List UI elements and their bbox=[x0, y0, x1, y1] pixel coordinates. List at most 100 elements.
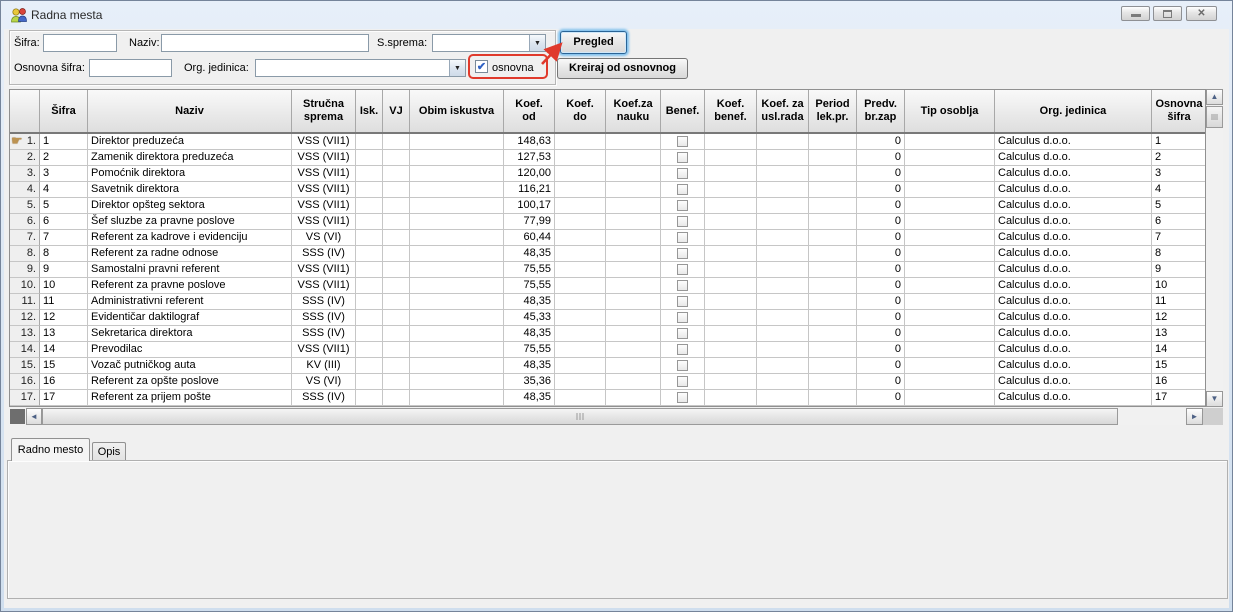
cell-predv[interactable]: 0 bbox=[857, 358, 905, 374]
benef-checkbox[interactable] bbox=[677, 168, 688, 179]
table-row[interactable]: 2.2Zamenik direktora preduzećaVSS (VII1)… bbox=[10, 150, 1206, 166]
cell-org[interactable]: Calculus d.o.o. bbox=[995, 358, 1152, 374]
cell-koef_nauku[interactable] bbox=[606, 310, 661, 326]
cell-naziv[interactable]: Šef sluzbe za pravne poslove bbox=[88, 214, 292, 230]
cell-koef_od[interactable]: 75,55 bbox=[504, 262, 555, 278]
cell-sifra[interactable]: 11 bbox=[40, 294, 88, 310]
grid-header-3[interactable]: Stručna sprema bbox=[292, 90, 356, 132]
cell-koef_nauku[interactable] bbox=[606, 294, 661, 310]
scroll-down-button[interactable]: ▼ bbox=[1206, 391, 1223, 407]
cell-koef_benef[interactable] bbox=[705, 214, 757, 230]
row-number-cell[interactable]: 5. bbox=[10, 198, 40, 214]
cell-osn[interactable]: 9 bbox=[1152, 262, 1206, 278]
cell-koef_benef[interactable] bbox=[705, 198, 757, 214]
cell-koef_do[interactable] bbox=[555, 246, 606, 262]
cell-koef_benef[interactable] bbox=[705, 294, 757, 310]
cell-org[interactable]: Calculus d.o.o. bbox=[995, 326, 1152, 342]
row-number-cell[interactable]: 17. bbox=[10, 390, 40, 406]
row-number-cell[interactable]: 15. bbox=[10, 358, 40, 374]
cell-obim[interactable] bbox=[410, 182, 504, 198]
cell-koef_usl[interactable] bbox=[757, 182, 809, 198]
cell-koef_benef[interactable] bbox=[705, 182, 757, 198]
cell-koef_benef[interactable] bbox=[705, 278, 757, 294]
scroll-left-button[interactable]: ◄ bbox=[26, 408, 42, 425]
table-row[interactable]: 6.6Šef sluzbe za pravne posloveVSS (VII1… bbox=[10, 214, 1206, 230]
cell-predv[interactable]: 0 bbox=[857, 294, 905, 310]
cell-benef[interactable] bbox=[661, 166, 705, 182]
cell-koef_od[interactable]: 75,55 bbox=[504, 342, 555, 358]
cell-koef_od[interactable]: 77,99 bbox=[504, 214, 555, 230]
cell-koef_od[interactable]: 120,00 bbox=[504, 166, 555, 182]
cell-isk[interactable] bbox=[356, 342, 383, 358]
row-number-cell[interactable]: 13. bbox=[10, 326, 40, 342]
cell-koef_nauku[interactable] bbox=[606, 374, 661, 390]
cell-koef_benef[interactable] bbox=[705, 262, 757, 278]
cell-sifra[interactable]: 7 bbox=[40, 230, 88, 246]
cell-koef_do[interactable] bbox=[555, 150, 606, 166]
cell-obim[interactable] bbox=[410, 278, 504, 294]
row-number-cell[interactable]: 3. bbox=[10, 166, 40, 182]
kreiraj-od-osnovnog-button[interactable]: Kreiraj od osnovnog bbox=[557, 58, 688, 79]
cell-benef[interactable] bbox=[661, 278, 705, 294]
cell-koef_usl[interactable] bbox=[757, 342, 809, 358]
table-row[interactable]: 10.10Referent za pravne posloveVSS (VII1… bbox=[10, 278, 1206, 294]
table-row[interactable]: 1.☛1Direktor preduzećaVSS (VII1)148,630C… bbox=[10, 134, 1206, 150]
row-number-cell[interactable]: 12. bbox=[10, 310, 40, 326]
cell-koef_od[interactable]: 127,53 bbox=[504, 150, 555, 166]
cell-predv[interactable]: 0 bbox=[857, 342, 905, 358]
cell-tip[interactable] bbox=[905, 278, 995, 294]
cell-koef_do[interactable] bbox=[555, 278, 606, 294]
row-number-cell[interactable]: 14. bbox=[10, 342, 40, 358]
cell-sifra[interactable]: 17 bbox=[40, 390, 88, 406]
grid-header-1[interactable]: Šifra bbox=[40, 90, 88, 132]
cell-koef_do[interactable] bbox=[555, 390, 606, 406]
cell-sprema[interactable]: VSS (VII1) bbox=[292, 134, 356, 150]
close-button[interactable]: ✕ bbox=[1186, 6, 1217, 21]
cell-osn[interactable]: 4 bbox=[1152, 182, 1206, 198]
cell-isk[interactable] bbox=[356, 294, 383, 310]
grid-header-4[interactable]: Isk. bbox=[356, 90, 383, 132]
cell-tip[interactable] bbox=[905, 374, 995, 390]
cell-koef_od[interactable]: 35,36 bbox=[504, 374, 555, 390]
cell-koef_benef[interactable] bbox=[705, 246, 757, 262]
cell-koef_od[interactable]: 75,55 bbox=[504, 278, 555, 294]
cell-isk[interactable] bbox=[356, 246, 383, 262]
cell-koef_do[interactable] bbox=[555, 166, 606, 182]
benef-checkbox[interactable] bbox=[677, 200, 688, 211]
cell-sprema[interactable]: VS (VI) bbox=[292, 374, 356, 390]
cell-period_lek[interactable] bbox=[809, 214, 857, 230]
cell-sifra[interactable]: 4 bbox=[40, 182, 88, 198]
benef-checkbox[interactable] bbox=[677, 376, 688, 387]
cell-koef_benef[interactable] bbox=[705, 374, 757, 390]
cell-vj[interactable] bbox=[383, 342, 410, 358]
cell-period_lek[interactable] bbox=[809, 198, 857, 214]
splitter-box[interactable] bbox=[10, 409, 25, 424]
cell-sifra[interactable]: 12 bbox=[40, 310, 88, 326]
cell-vj[interactable] bbox=[383, 182, 410, 198]
cell-period_lek[interactable] bbox=[809, 230, 857, 246]
cell-benef[interactable] bbox=[661, 198, 705, 214]
cell-sprema[interactable]: VSS (VII1) bbox=[292, 150, 356, 166]
cell-koef_nauku[interactable] bbox=[606, 230, 661, 246]
cell-predv[interactable]: 0 bbox=[857, 214, 905, 230]
cell-vj[interactable] bbox=[383, 262, 410, 278]
cell-obim[interactable] bbox=[410, 358, 504, 374]
cell-obim[interactable] bbox=[410, 150, 504, 166]
cell-osn[interactable]: 5 bbox=[1152, 198, 1206, 214]
row-number-cell[interactable]: 8. bbox=[10, 246, 40, 262]
cell-koef_do[interactable] bbox=[555, 342, 606, 358]
cell-obim[interactable] bbox=[410, 390, 504, 406]
cell-vj[interactable] bbox=[383, 278, 410, 294]
cell-org[interactable]: Calculus d.o.o. bbox=[995, 214, 1152, 230]
cell-tip[interactable] bbox=[905, 150, 995, 166]
cell-osn[interactable]: 16 bbox=[1152, 374, 1206, 390]
cell-naziv[interactable]: Zamenik direktora preduzeća bbox=[88, 150, 292, 166]
cell-org[interactable]: Calculus d.o.o. bbox=[995, 294, 1152, 310]
table-row[interactable]: 12.12Evidentičar daktilografSSS (IV)45,3… bbox=[10, 310, 1206, 326]
grid-header-5[interactable]: VJ bbox=[383, 90, 410, 132]
cell-benef[interactable] bbox=[661, 326, 705, 342]
cell-predv[interactable]: 0 bbox=[857, 246, 905, 262]
cell-koef_usl[interactable] bbox=[757, 230, 809, 246]
cell-tip[interactable] bbox=[905, 294, 995, 310]
cell-org[interactable]: Calculus d.o.o. bbox=[995, 230, 1152, 246]
